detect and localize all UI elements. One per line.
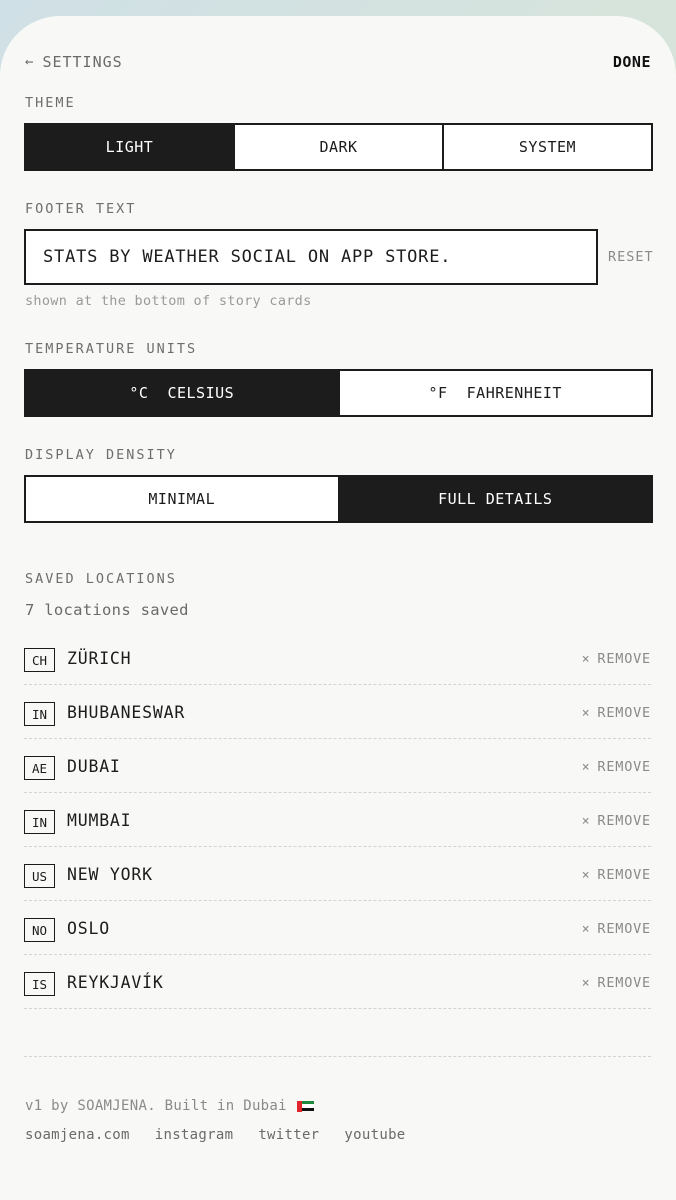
remove-location-button[interactable]: × REMOVE: [582, 759, 651, 775]
country-code-badge: IS: [24, 972, 55, 996]
uae-flag-icon: [296, 1100, 314, 1112]
remove-label: REMOVE: [597, 705, 651, 721]
locations-count: 7 locations saved: [25, 601, 189, 619]
remove-label: REMOVE: [597, 813, 651, 829]
settings-sheet: ← SETTINGS DONE THEME LIGHT DARK SYSTEM …: [0, 16, 676, 1200]
unit-option-celsius[interactable]: °C CELSIUS: [26, 371, 338, 415]
remove-location-button[interactable]: × REMOVE: [582, 921, 651, 937]
theme-label: THEME: [25, 95, 76, 111]
close-icon: ×: [581, 705, 591, 721]
remove-location-button[interactable]: × REMOVE: [582, 651, 651, 667]
footer-divider: [24, 1056, 651, 1057]
unit-option-fahrenheit[interactable]: °F FAHRENHEIT: [337, 371, 651, 415]
remove-label: REMOVE: [597, 651, 651, 667]
credit-text: v1 by SOAMJENA. Built in Dubai: [25, 1098, 287, 1114]
location-row: CH ZÜRICH × REMOVE: [24, 631, 651, 685]
back-button[interactable]: ← SETTINGS: [25, 52, 123, 72]
temperature-units-label: TEMPERATURE UNITS: [25, 341, 198, 357]
country-code-badge: CH: [24, 648, 55, 672]
footer-text-label: FOOTER TEXT: [25, 201, 137, 217]
remove-label: REMOVE: [597, 759, 651, 775]
theme-option-light[interactable]: LIGHT: [26, 125, 233, 169]
location-row: IN BHUBANESWAR × REMOVE: [24, 685, 651, 739]
location-name: MUMBAI: [67, 811, 132, 830]
theme-option-system[interactable]: SYSTEM: [442, 125, 651, 169]
remove-location-button[interactable]: × REMOVE: [582, 975, 651, 991]
display-density-segmented-control: MINIMAL FULL DETAILS: [24, 475, 653, 523]
done-button[interactable]: DONE: [613, 52, 651, 72]
footer-links: soamjena.com instagram twitter youtube: [25, 1127, 406, 1143]
link-instagram[interactable]: instagram: [155, 1127, 234, 1143]
link-twitter[interactable]: twitter: [258, 1127, 319, 1143]
credit-line: v1 by SOAMJENA. Built in Dubai: [25, 1098, 314, 1114]
density-option-full-details[interactable]: FULL DETAILS: [337, 477, 651, 521]
footer-text-input[interactable]: STATS BY WEATHER SOCIAL ON APP STORE.: [24, 229, 598, 285]
display-density-label: DISPLAY DENSITY: [25, 447, 177, 463]
location-name: OSLO: [67, 919, 110, 938]
theme-segmented-control: LIGHT DARK SYSTEM: [24, 123, 653, 171]
location-row: US NEW YORK × REMOVE: [24, 847, 651, 901]
country-code-badge: US: [24, 864, 55, 888]
remove-label: REMOVE: [597, 921, 651, 937]
saved-locations-label: SAVED LOCATIONS: [25, 571, 177, 587]
remove-location-button[interactable]: × REMOVE: [582, 813, 651, 829]
close-icon: ×: [581, 651, 591, 667]
close-icon: ×: [581, 813, 591, 829]
country-code-badge: NO: [24, 918, 55, 942]
location-row: AE DUBAI × REMOVE: [24, 739, 651, 793]
remove-location-button[interactable]: × REMOVE: [582, 867, 651, 883]
link-website[interactable]: soamjena.com: [25, 1127, 130, 1143]
theme-option-dark[interactable]: DARK: [233, 125, 442, 169]
location-row: IS REYKJAVÍK × REMOVE: [24, 955, 651, 1009]
location-name: ZÜRICH: [67, 649, 132, 668]
footer-text-hint: shown at the bottom of story cards: [25, 293, 312, 309]
arrow-left-icon: ←: [25, 54, 35, 70]
country-code-badge: AE: [24, 756, 55, 780]
back-label: SETTINGS: [42, 53, 123, 71]
link-youtube[interactable]: youtube: [344, 1127, 405, 1143]
close-icon: ×: [581, 759, 591, 775]
location-name: BHUBANESWAR: [67, 703, 186, 722]
reset-button[interactable]: RESET: [608, 249, 654, 265]
location-name: NEW YORK: [67, 865, 153, 884]
close-icon: ×: [581, 921, 591, 937]
remove-label: REMOVE: [597, 867, 651, 883]
close-icon: ×: [581, 867, 591, 883]
density-option-minimal[interactable]: MINIMAL: [26, 477, 338, 521]
remove-location-button[interactable]: × REMOVE: [582, 705, 651, 721]
location-name: DUBAI: [67, 757, 121, 776]
location-row: NO OSLO × REMOVE: [24, 901, 651, 955]
location-row: IN MUMBAI × REMOVE: [24, 793, 651, 847]
location-name: REYKJAVÍK: [67, 973, 164, 992]
country-code-badge: IN: [24, 810, 55, 834]
close-icon: ×: [581, 975, 591, 991]
country-code-badge: IN: [24, 702, 55, 726]
temperature-units-segmented-control: °C CELSIUS °F FAHRENHEIT: [24, 369, 653, 417]
remove-label: REMOVE: [597, 975, 651, 991]
